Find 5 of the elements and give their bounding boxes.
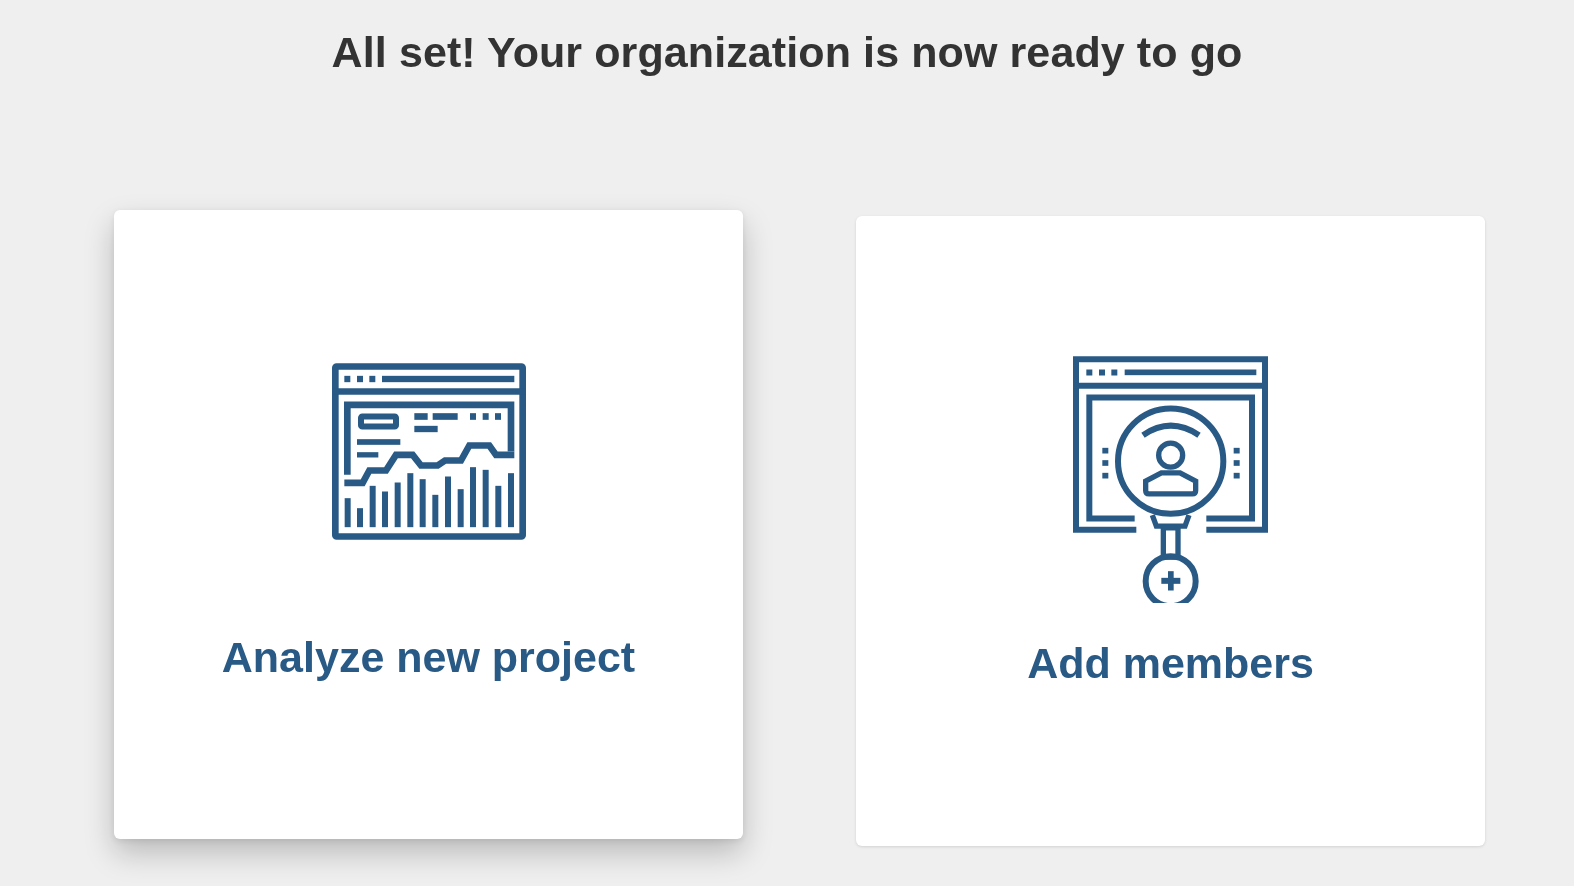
user-magnifier-icon: [1073, 356, 1268, 603]
browser-chart-icon: [331, 363, 526, 540]
option-card[interactable]: Analyze new project: [114, 210, 743, 839]
page-heading: All set! Your organization is now ready to go: [331, 27, 1243, 78]
option-card[interactable]: Add members: [856, 216, 1485, 846]
